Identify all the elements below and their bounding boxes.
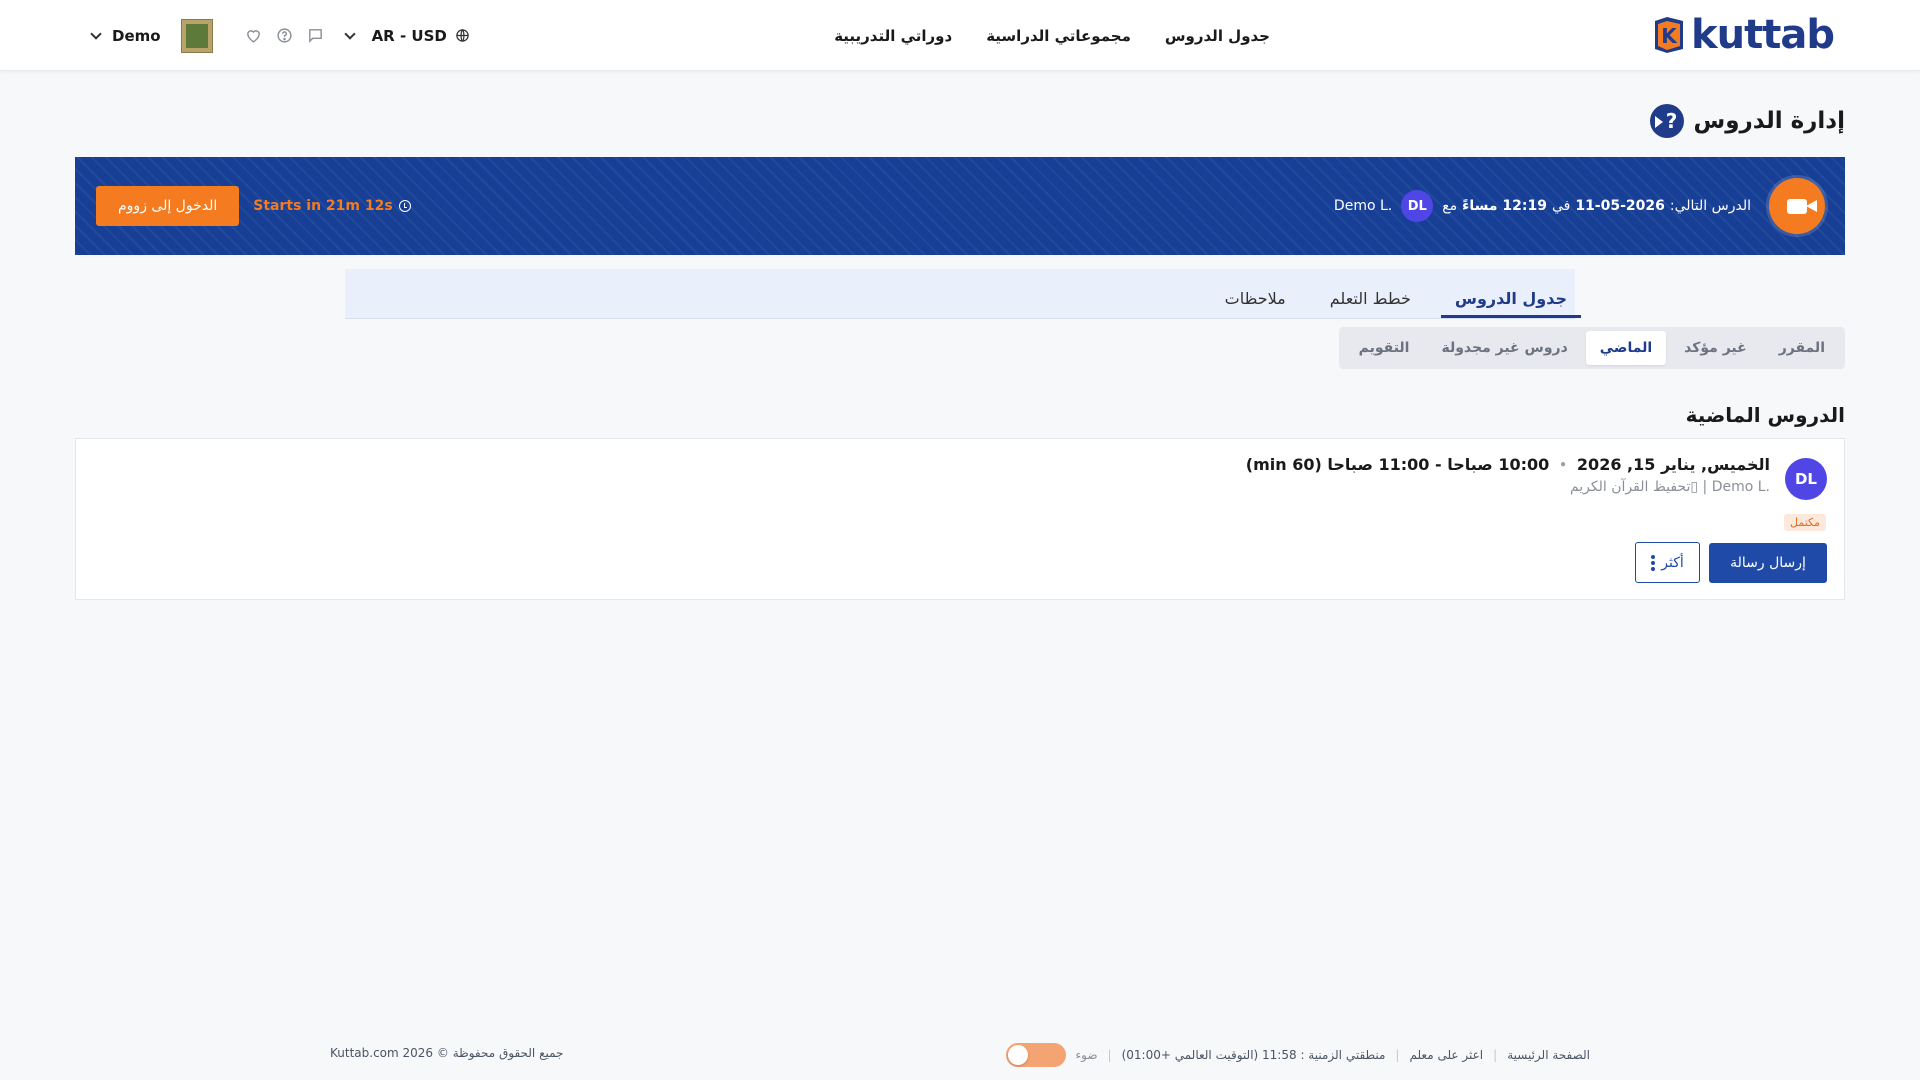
theme-label: ضوء: [1075, 1048, 1098, 1062]
kebab-menu-icon: [1651, 554, 1656, 571]
footer-links: الصفحة الرئيسية | اعثر على معلم | منطقتي…: [1005, 1040, 1590, 1070]
section-title: الدروس الماضية: [1685, 403, 1845, 427]
nav-study-groups[interactable]: مجموعاتي الدراسية: [986, 27, 1131, 45]
lesson-subtitle: Demo L. | ▯تحفيظ القرآن الكريم: [1570, 479, 1770, 495]
subtab-calendar[interactable]: التقويم: [1345, 331, 1424, 365]
tab-learning-plans[interactable]: خطط التعلم: [1316, 289, 1425, 318]
footer-timezone: منطقتي الزمنية : 11:58 (التوقيت العالمي …: [1121, 1048, 1386, 1062]
page-title-row: إدارة الدروس ?: [1649, 104, 1845, 138]
next-lesson-time: 12:19 مساءً: [1462, 198, 1547, 214]
lesson-filter-tabs: المقرر غير مؤكد الماضي دروس غير مجدولة ا…: [1338, 327, 1845, 369]
chevron-down-icon: [90, 27, 102, 40]
header-icons: [245, 27, 324, 44]
nav-courses[interactable]: دوراتي التدريبية: [834, 27, 952, 45]
teacher-avatar: DL: [1401, 190, 1434, 222]
top-navbar: K kuttab جدول الدروس مجموعاتي الدراسية د…: [0, 0, 1920, 71]
footer-home-link[interactable]: الصفحة الرئيسية: [1507, 1048, 1590, 1062]
next-lesson-info: الدرس التالي: 11-05-2026 في 12:19 مساءً …: [1334, 157, 1751, 255]
subtab-past[interactable]: الماضي: [1585, 331, 1667, 365]
more-label: أكثر: [1661, 554, 1684, 571]
countdown-text: Starts in 21m 12s: [253, 198, 393, 214]
status-badge: مكتمل: [1784, 514, 1826, 531]
help-circle-icon[interactable]: [276, 27, 293, 44]
footer: الصفحة الرئيسية | اعثر على معلم | منطقتي…: [0, 1040, 1920, 1070]
tab-notes[interactable]: ملاحظات: [1211, 289, 1300, 318]
footer-separator: |: [1107, 1048, 1112, 1062]
teacher-name: Demo L.: [1333, 198, 1393, 214]
with-word: مع: [1442, 198, 1458, 214]
teacher-avatar: DL: [1785, 458, 1827, 500]
lesson-datetime: الخميس, يناير 15, 2026 • 10:00 صباحا - 1…: [1246, 455, 1770, 474]
heart-icon[interactable]: [245, 27, 262, 44]
lesson-teacher: Demo L.: [1711, 479, 1770, 495]
kuttab-logo[interactable]: K kuttab: [1649, 12, 1835, 58]
chevron-down-icon: [343, 27, 356, 40]
user-name: Demo: [112, 26, 161, 45]
main-nav: جدول الدروس مجموعاتي الدراسية دوراتي الت…: [834, 0, 1270, 71]
globe-icon: [456, 29, 469, 42]
book-icon: ▯: [1690, 479, 1699, 495]
tab-lessons-schedule[interactable]: جدول الدروس: [1440, 289, 1581, 318]
send-message-button[interactable]: إرسال رسالة: [1709, 543, 1827, 583]
next-lesson-banner: الدرس التالي: 11-05-2026 في 12:19 مساءً …: [75, 157, 1845, 255]
next-lesson-prefix: الدرس التالي:: [1669, 198, 1751, 214]
help-play-icon[interactable]: ?: [1649, 104, 1684, 138]
more-button[interactable]: أكثر: [1635, 542, 1700, 583]
subtab-scheduled[interactable]: المقرر: [1765, 331, 1839, 365]
separator-dot: •: [1559, 457, 1567, 472]
footer-separator: |: [1395, 1048, 1400, 1062]
user-avatar: [180, 18, 213, 53]
in-word: في: [1551, 198, 1571, 214]
subtab-unconfirmed[interactable]: غير مؤكد: [1670, 331, 1761, 365]
user-menu[interactable]: Demo: [90, 18, 213, 53]
main-tabs: جدول الدروس خطط التعلم ملاحظات: [345, 269, 1581, 319]
svg-text:K: K: [1661, 24, 1678, 48]
copyright: جميع الحقوق محفوظة © 2026 Kuttab.com: [330, 1045, 564, 1060]
subtab-unscheduled[interactable]: دروس غير مجدولة: [1427, 331, 1581, 365]
page-title: إدارة الدروس: [1693, 108, 1845, 134]
next-lesson-date: 11-05-2026: [1575, 198, 1665, 214]
lesson-date: الخميس, يناير 15, 2026: [1576, 455, 1770, 474]
footer-find-teacher-link[interactable]: اعثر على معلم: [1409, 1048, 1483, 1062]
countdown: Starts in 21m 12s: [253, 198, 411, 214]
lesson-card: DL الخميس, يناير 15, 2026 • 10:00 صباحا …: [75, 438, 1845, 600]
theme-toggle[interactable]: [1005, 1043, 1066, 1067]
lang-currency-label: AR - USD: [371, 26, 447, 45]
message-icon[interactable]: [307, 27, 324, 44]
nav-lessons-schedule[interactable]: جدول الدروس: [1165, 27, 1270, 45]
help-symbol: ?: [1665, 109, 1678, 133]
clock-icon: [398, 200, 411, 212]
subtitle-separator: |: [1698, 479, 1708, 495]
join-zoom-button[interactable]: الدخول إلى زووم: [96, 186, 240, 226]
video-camera-icon: [1769, 178, 1825, 234]
footer-separator: |: [1493, 1048, 1498, 1062]
language-currency-selector[interactable]: AR - USD: [343, 26, 470, 45]
logo-text: kuttab: [1691, 12, 1835, 58]
logo-mark-icon: K: [1649, 15, 1689, 55]
banner-actions: الدخول إلى زووم Starts in 21m 12s: [96, 157, 411, 255]
lesson-subject: تحفيظ القرآن الكريم: [1569, 479, 1691, 495]
lesson-time: 10:00 صباحا - 11:00 صباحا (60 min): [1245, 455, 1550, 474]
header-tools: Demo AR - USD: [90, 0, 470, 71]
